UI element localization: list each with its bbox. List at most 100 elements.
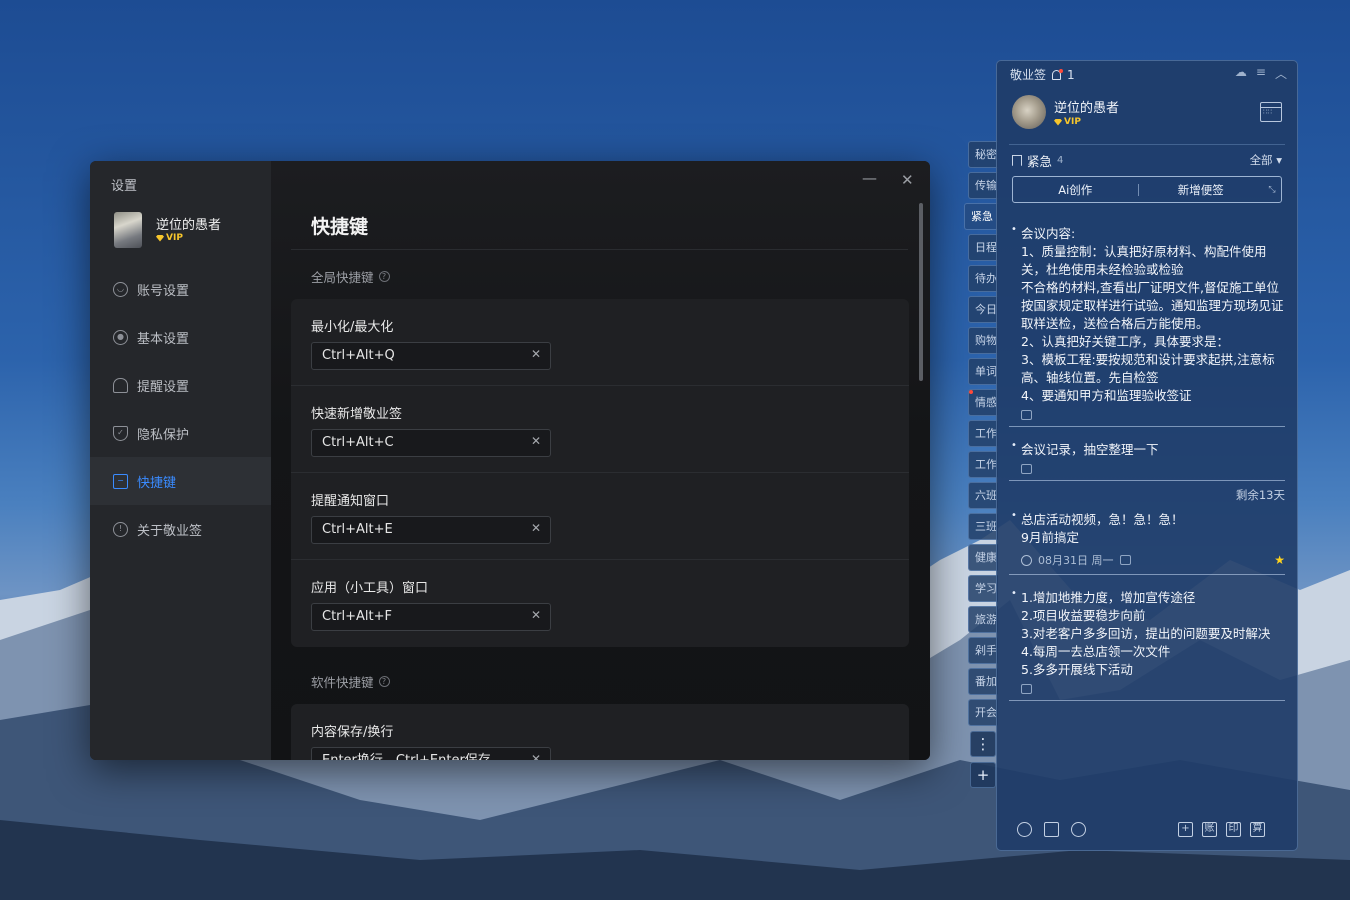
group-label-text: 全局快捷键 xyxy=(311,270,374,285)
search-icon[interactable] xyxy=(1071,822,1086,837)
note-item[interactable]: 1.增加地推力度，增加宣传途径 2.项目收益要稳步向前 3.对老客户多多回访，提… xyxy=(1009,585,1285,701)
note-list: 会议内容: 1、质量控制：认真把好原材料、构配件使用关，杜绝使用未经检验或检验 … xyxy=(1009,221,1285,711)
tab-emotion[interactable]: 情感 xyxy=(968,389,998,416)
keyboard-icon: − xyxy=(113,473,128,489)
nav-item-reminder[interactable]: 提醒设置 xyxy=(90,361,271,409)
notification-bell-icon[interactable] xyxy=(1052,68,1064,80)
tab-todo[interactable]: 待办 xyxy=(968,265,998,292)
archive-icon[interactable] xyxy=(1044,822,1059,837)
calendar-icon[interactable] xyxy=(1260,102,1282,122)
nav-item-privacy[interactable]: ✓ 隐私保护 xyxy=(90,409,271,457)
avatar[interactable] xyxy=(114,212,142,248)
more-icon[interactable]: ⋮ xyxy=(970,731,996,757)
nav-item-about[interactable]: ! 关于敬业签 xyxy=(90,505,271,553)
sticky-panel: 敬业签 1 ☁ ≡ ︿ 逆位的愚者 VIP 紧急 4 全部 ▾ Ai创作 新增便… xyxy=(996,60,1298,851)
cloud-sync-icon[interactable]: ☁ xyxy=(1235,65,1247,82)
vip-label: VIP xyxy=(1064,117,1081,127)
tab-extra[interactable]: 番加 xyxy=(968,668,998,695)
category-name: 紧急 xyxy=(1027,154,1053,169)
clock-icon[interactable] xyxy=(1017,822,1032,837)
tab-urgent[interactable]: 紧急 xyxy=(964,203,998,230)
group-label-text: 软件快捷键 xyxy=(311,675,374,690)
note-item[interactable]: 会议内容: 1、质量控制：认真把好原材料、构配件使用关，杜绝使用未经检验或检验 … xyxy=(1009,221,1285,427)
shortcut-label: 最小化/最大化 xyxy=(311,320,394,335)
tab-travel[interactable]: 旅游 xyxy=(968,606,998,633)
clear-icon[interactable]: ✕ xyxy=(531,347,541,361)
note-text: 总店活动视频，急！急！急！ 9月前搞定 xyxy=(1021,512,1184,545)
print-icon[interactable]: 印 xyxy=(1226,822,1241,837)
shortcut-input[interactable]: Ctrl+Alt+Q xyxy=(311,342,551,370)
note-text: 会议内容: 1、质量控制：认真把好原材料、构配件使用关，杜绝使用未经检验或检验 … xyxy=(1021,226,1284,403)
add-note-button[interactable]: 新增便签 xyxy=(1139,182,1264,198)
minimize-button[interactable]: — xyxy=(862,169,877,187)
software-shortcuts-card: 内容保存/换行 Enter换行，Ctrl+Enter保存 ✕ xyxy=(291,704,909,760)
shortcut-label: 提醒通知窗口 xyxy=(311,494,390,509)
tab-label: 情感 xyxy=(975,396,997,409)
notice-count: 1 xyxy=(1067,67,1075,82)
tab-study[interactable]: 学习 xyxy=(968,575,998,602)
tab-transfer[interactable]: 传输 xyxy=(968,172,998,199)
help-icon[interactable]: ? xyxy=(378,676,390,687)
shortcut-row: 内容保存/换行 Enter换行，Ctrl+Enter保存 ✕ xyxy=(291,704,909,760)
help-icon[interactable]: ? xyxy=(378,271,390,282)
add-category-icon[interactable]: + xyxy=(970,762,996,788)
tab-health[interactable]: 健康 xyxy=(968,544,998,571)
expand-icon[interactable]: ⤡ xyxy=(1263,185,1281,195)
star-icon[interactable]: ★ xyxy=(1274,553,1285,567)
nav-item-label: 隐私保护 xyxy=(137,427,190,443)
close-button[interactable]: ✕ xyxy=(901,171,914,189)
menu-icon[interactable]: ≡ xyxy=(1256,65,1266,82)
nav-item-label: 账号设置 xyxy=(137,283,190,299)
tab-work-2[interactable]: 工作 xyxy=(968,451,998,478)
tab-work-1[interactable]: 工作 xyxy=(968,420,998,447)
clear-icon[interactable]: ✕ xyxy=(531,608,541,622)
clear-icon[interactable]: ✕ xyxy=(531,434,541,448)
bell-icon xyxy=(113,377,128,393)
tab-secret[interactable]: 秘密 xyxy=(968,141,998,168)
app-name: 敬业签 xyxy=(1010,68,1047,82)
note-item[interactable]: 会议记录，抽空整理一下 xyxy=(1009,437,1285,481)
shortcut-input[interactable]: Ctrl+Alt+E xyxy=(311,516,551,544)
note-text: 1.增加地推力度，增加宣传途径 2.项目收益要稳步向前 3.对老客户多多回访，提… xyxy=(1021,590,1271,677)
shortcut-row: 快速新增敬业签 Ctrl+Alt+C ✕ xyxy=(291,386,909,473)
calc-icon[interactable]: 算 xyxy=(1250,822,1265,837)
clear-icon[interactable]: ✕ xyxy=(531,521,541,535)
lock-icon xyxy=(1119,555,1131,565)
filter-dropdown[interactable]: 全部 ▾ xyxy=(1250,152,1282,168)
clock-icon xyxy=(1021,554,1032,566)
scrollbar[interactable] xyxy=(919,203,923,381)
shortcut-row: 应用（小工具）窗口 Ctrl+Alt+F ✕ xyxy=(291,560,909,647)
shortcut-input[interactable]: Ctrl+Alt+C xyxy=(311,429,551,457)
tab-class-6[interactable]: 六班 xyxy=(968,482,998,509)
shortcut-input[interactable]: Enter换行，Ctrl+Enter保存 xyxy=(311,747,551,760)
shortcut-row: 提醒通知窗口 Ctrl+Alt+E ✕ xyxy=(291,473,909,560)
note-toolbar: Ai创作 新增便签 ⤡ xyxy=(1012,176,1282,203)
global-shortcuts-card: 最小化/最大化 Ctrl+Alt+Q ✕ 快速新增敬业签 Ctrl+Alt+C … xyxy=(291,299,909,647)
tab-class-3[interactable]: 三班 xyxy=(968,513,998,540)
add-icon[interactable]: + xyxy=(1178,822,1193,837)
note-meta: 08月31日 周一 ★ xyxy=(1021,552,1285,568)
clear-icon[interactable]: ✕ xyxy=(531,752,541,760)
tab-words[interactable]: 单词 xyxy=(968,358,998,385)
settings-sidebar: 设置 逆位的愚者 VIP ◡ 账号设置 ● 基本设置 提醒设置 ✓ 隐私保护 − 快捷键… xyxy=(90,161,271,760)
tab-shopping-spree[interactable]: 剁手 xyxy=(968,637,998,664)
note-item[interactable]: 总店活动视频，急！急！急！ 9月前搞定 08月31日 周一 ★ xyxy=(1009,507,1285,575)
tab-meeting[interactable]: 开会 xyxy=(968,699,998,726)
flag-dot xyxy=(969,390,973,394)
global-shortcuts-label: 全局快捷键 ? xyxy=(311,267,390,286)
note-text: 会议记录，抽空整理一下 xyxy=(1021,442,1159,457)
nav-item-account[interactable]: ◡ 账号设置 xyxy=(90,265,271,313)
tab-shopping[interactable]: 购物 xyxy=(968,327,998,354)
nav-item-basic[interactable]: ● 基本设置 xyxy=(90,313,271,361)
ledger-icon[interactable]: 账 xyxy=(1202,822,1217,837)
tab-schedule[interactable]: 日程 xyxy=(968,234,998,261)
ai-create-button[interactable]: Ai创作 xyxy=(1013,182,1138,198)
collapse-icon[interactable]: ︿ xyxy=(1275,65,1287,82)
software-shortcuts-label: 软件快捷键 ? xyxy=(311,672,390,691)
tab-today[interactable]: 今日 xyxy=(968,296,998,323)
divider xyxy=(1009,144,1285,145)
shortcut-input[interactable]: Ctrl+Alt+F xyxy=(311,603,551,631)
nav-item-shortcuts[interactable]: − 快捷键 xyxy=(90,457,271,505)
avatar[interactable] xyxy=(1012,95,1046,129)
panel-footer: + 账 印 算 xyxy=(1011,820,1287,842)
